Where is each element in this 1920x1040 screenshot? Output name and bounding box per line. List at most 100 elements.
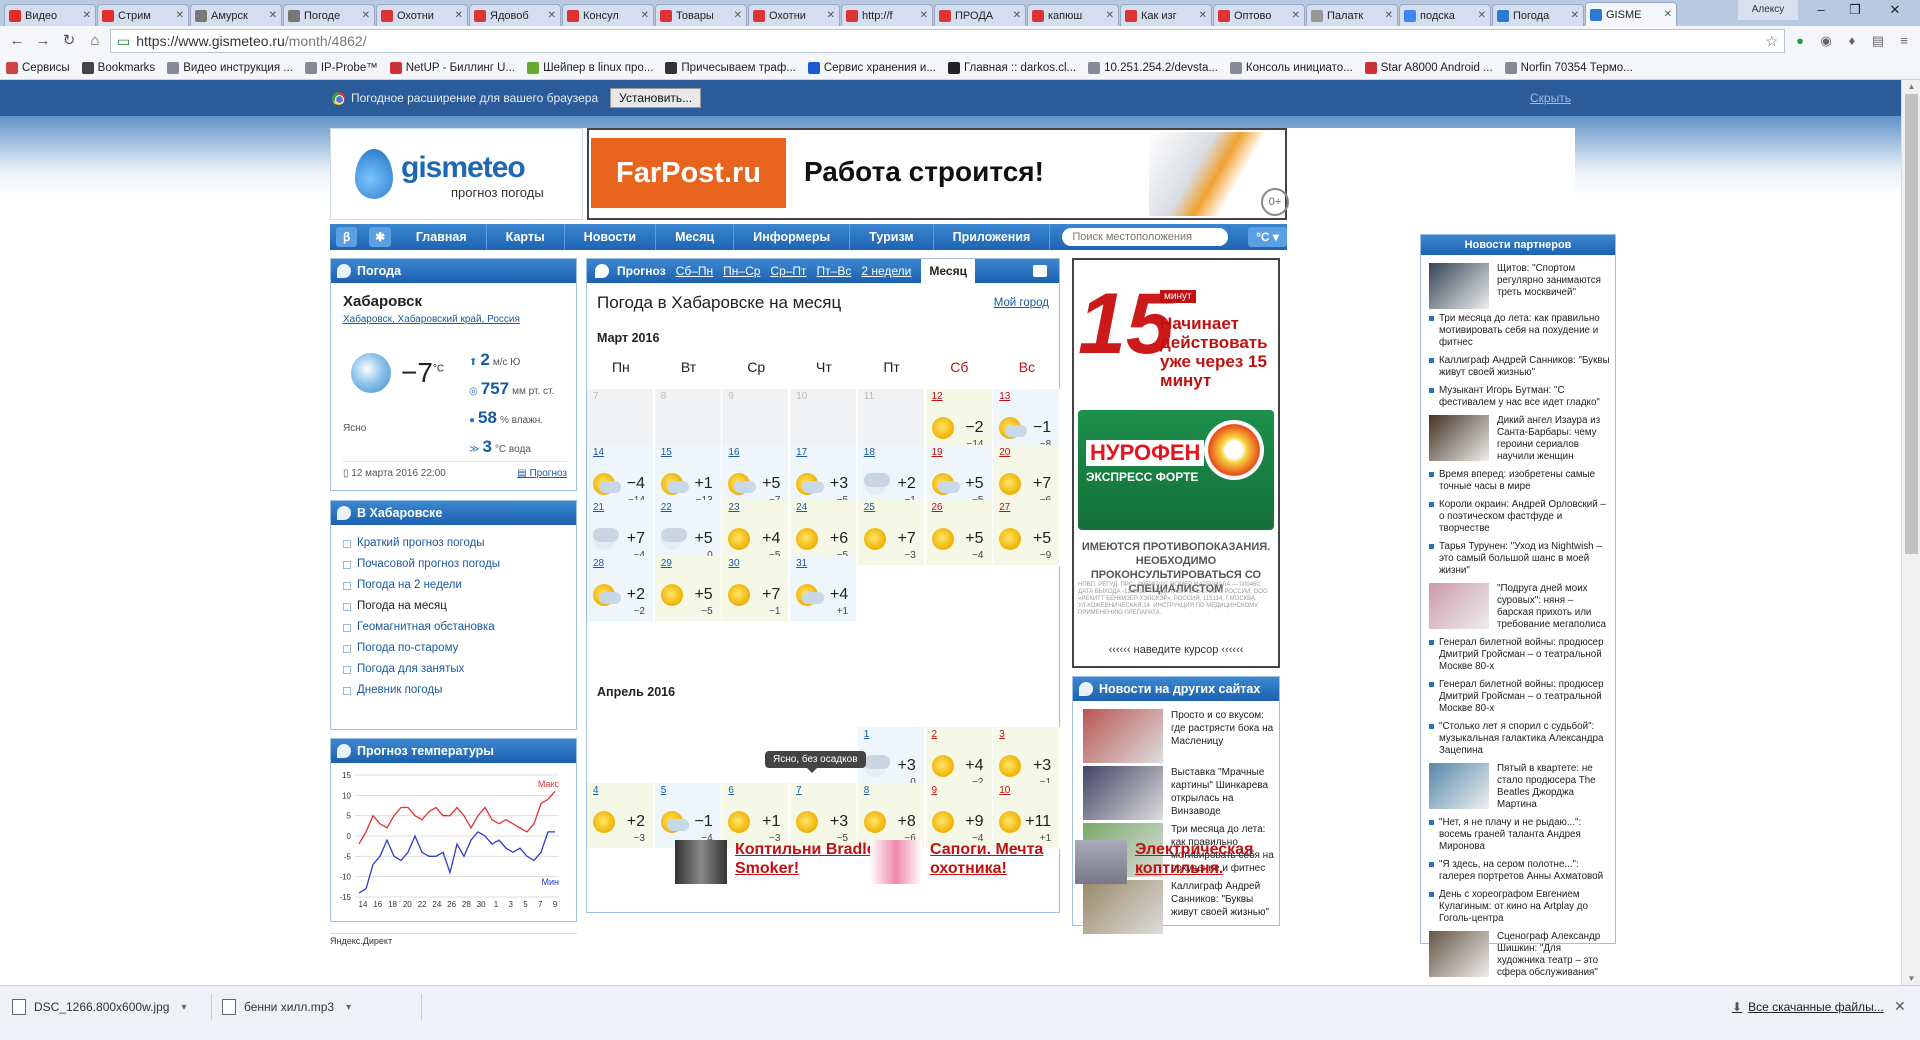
day-number[interactable]: 17 [796, 447, 807, 458]
ad-title[interactable]: Коптильни Bradley Smoker! [735, 840, 885, 884]
minimize-button[interactable]: – [1804, 0, 1838, 20]
day-number[interactable]: 9 [932, 785, 938, 796]
nav-item[interactable]: Туризм [850, 224, 934, 250]
close-tab-icon[interactable]: ✕ [734, 10, 742, 21]
forecast-tab[interactable]: Ср–Пт [770, 264, 806, 278]
city-link-item[interactable]: Дневник погоды [343, 680, 576, 701]
day-number[interactable]: 24 [796, 502, 807, 513]
day-number[interactable]: 5 [661, 785, 667, 796]
back-button[interactable]: ← [6, 30, 28, 52]
partner-news-text[interactable]: Пятый в квартете: не стало продюсера The… [1497, 763, 1611, 811]
bookmark-item[interactable]: Видео инструкция ... [167, 61, 293, 74]
ad-boots[interactable]: Сапоги. Мечта охотника! [870, 840, 1080, 884]
day-number[interactable]: 7 [796, 785, 802, 796]
forecast-tab[interactable]: Сб–Пн [676, 264, 713, 278]
close-tab-icon[interactable]: ✕ [548, 10, 556, 21]
day-number[interactable]: 2 [932, 729, 938, 740]
scroll-thumb[interactable] [1905, 94, 1918, 554]
day-cell[interactable]: 30 +7 −1 [722, 555, 790, 622]
browser-tab[interactable]: ПРОДА ✕ [934, 4, 1026, 26]
day-number[interactable]: 30 [728, 558, 739, 569]
bookmark-item[interactable]: IP-Probe™ [304, 61, 378, 74]
partner-news-text[interactable]: Дикий ангел Изаура из Санта-Барбары: чем… [1497, 415, 1611, 463]
day-number[interactable]: 29 [661, 558, 672, 569]
forecast-tab[interactable]: Пт–Вс [817, 264, 852, 278]
extension-bulb-icon[interactable]: ◉ [1815, 30, 1837, 52]
day-cell[interactable]: 26 +5 −4 [925, 500, 993, 566]
forward-button[interactable]: → [32, 30, 54, 52]
day-number[interactable]: 8 [864, 785, 870, 796]
bookmark-item[interactable]: 10.251.254.2/devsta... [1088, 61, 1218, 74]
close-downloads-icon[interactable]: ✕ [1894, 998, 1906, 1015]
day-number[interactable]: 22 [661, 502, 672, 513]
nurofen-ad[interactable]: 15 минут Начинает действовать уже через … [1072, 258, 1280, 668]
partner-news-text[interactable]: День с хореографом Евгением Кулагиным: о… [1439, 889, 1611, 925]
browser-tab[interactable]: Ядовоб ✕ [469, 4, 561, 26]
close-tab-icon[interactable]: ✕ [362, 10, 370, 21]
menu-icon[interactable]: ≡ [1893, 30, 1915, 52]
city-link-item[interactable]: Погода на месяц [343, 596, 576, 617]
city-link-item[interactable]: Погода на 2 недели [343, 575, 576, 596]
browser-tab[interactable]: Стрим ✕ [97, 4, 189, 26]
close-window-button[interactable]: ✕ [1872, 0, 1918, 20]
city-link-label[interactable]: Почасовой прогноз погоды [357, 554, 500, 575]
day-number[interactable]: 23 [728, 502, 739, 513]
day-number[interactable]: 20 [999, 447, 1010, 458]
partner-news-item[interactable]: Три месяца до лета: как правильно мотиви… [1429, 313, 1611, 349]
city-link-label[interactable]: Дневник погоды [357, 680, 442, 701]
partner-news-item[interactable]: Генерал билетной войны: продюсер Дмитрий… [1429, 637, 1611, 673]
bookmark-item[interactable]: Шейпер в linux про... [527, 61, 653, 74]
bookmark-item[interactable]: Консоль инициато... [1229, 61, 1353, 74]
close-tab-icon[interactable]: ✕ [83, 10, 91, 21]
city-link-label[interactable]: Погода на 2 недели [357, 575, 462, 596]
day-number[interactable]: 13 [999, 391, 1010, 402]
day-number[interactable]: 6 [728, 785, 734, 796]
partner-news-item[interactable]: "Нет, я не плачу и не рыдаю...": восемь … [1429, 817, 1611, 853]
close-tab-icon[interactable]: ✕ [1199, 10, 1207, 21]
partner-news-item[interactable]: Щитов: "Спортом регулярно занимаются тре… [1429, 263, 1611, 309]
partner-news-item[interactable]: Генерал билетной войны: продюсер Дмитрий… [1429, 679, 1611, 715]
news-text[interactable]: Выставка "Мрачные картины" Шинкарева отк… [1171, 766, 1279, 820]
partner-news-item[interactable]: День с хореографом Евгением Кулагиным: о… [1429, 889, 1611, 925]
maximize-button[interactable]: ❐ [1838, 0, 1872, 20]
close-tab-icon[interactable]: ✕ [1292, 10, 1300, 21]
day-number[interactable]: 3 [999, 729, 1005, 740]
weather-symbols-icon[interactable]: ✱ [369, 227, 391, 247]
browser-tab[interactable]: Как изг ✕ [1120, 4, 1212, 26]
partner-news-text[interactable]: Сценограф Александр Шишкин: "Для художни… [1497, 931, 1611, 979]
search-input[interactable] [1062, 228, 1229, 246]
close-tab-icon[interactable]: ✕ [827, 10, 835, 21]
browser-tab[interactable]: Погода ✕ [1492, 4, 1584, 26]
nav-item[interactable]: Информеры [734, 224, 851, 250]
ad-title[interactable]: Сапоги. Мечта охотника! [930, 840, 1080, 884]
day-number[interactable]: 15 [661, 447, 672, 458]
city-link-item[interactable]: Краткий прогноз погоды [343, 533, 576, 554]
day-cell[interactable]: 29 +5 −5 [654, 555, 722, 622]
day-number[interactable]: 31 [796, 558, 807, 569]
day-cell[interactable]: 31 +4 +1 [790, 555, 858, 622]
extension-pages-icon[interactable]: ▤ [1867, 30, 1889, 52]
day-cell[interactable]: 25 +7 −3 [857, 500, 925, 566]
browser-tab[interactable]: капюш ✕ [1027, 4, 1119, 26]
profile-button[interactable]: Алексу [1738, 0, 1798, 20]
partner-news-item[interactable]: "Подруга дней моих суровых": няня – барс… [1429, 583, 1611, 631]
browser-tab[interactable]: Видео ✕ [4, 4, 96, 26]
partner-news-item[interactable]: Пятый в квартете: не стало продюсера The… [1429, 763, 1611, 811]
partner-news-item[interactable]: Короли окраин: Андрей Орловский – о поэт… [1429, 499, 1611, 535]
partner-news-text[interactable]: Щитов: "Спортом регулярно занимаются тре… [1497, 263, 1611, 309]
day-number[interactable]: 14 [593, 447, 604, 458]
bookmark-item[interactable]: Star A8000 Android ... [1364, 61, 1493, 74]
ad-title[interactable]: Электрическая коптильня. [1135, 840, 1285, 884]
extension-lamp-icon[interactable]: ♦ [1841, 30, 1863, 52]
browser-tab[interactable]: Амурск ✕ [190, 4, 282, 26]
day-number[interactable]: 16 [728, 447, 739, 458]
download-item[interactable]: бенни хилл.mp3 ▾ [222, 994, 422, 1020]
day-number[interactable]: 25 [864, 502, 875, 513]
close-tab-icon[interactable]: ✕ [1571, 10, 1579, 21]
day-number[interactable]: 10 [999, 785, 1010, 796]
partner-news-item[interactable]: Дикий ангел Изаура из Санта-Барбары: чем… [1429, 415, 1611, 463]
day-number[interactable]: 12 [932, 391, 943, 402]
partner-news-text[interactable]: Генерал билетной войны: продюсер Дмитрий… [1439, 679, 1611, 715]
bookmark-item[interactable]: Главная :: darkos.cl... [947, 61, 1076, 74]
site-logo[interactable]: gismeteo прогноз погоды [330, 128, 583, 220]
